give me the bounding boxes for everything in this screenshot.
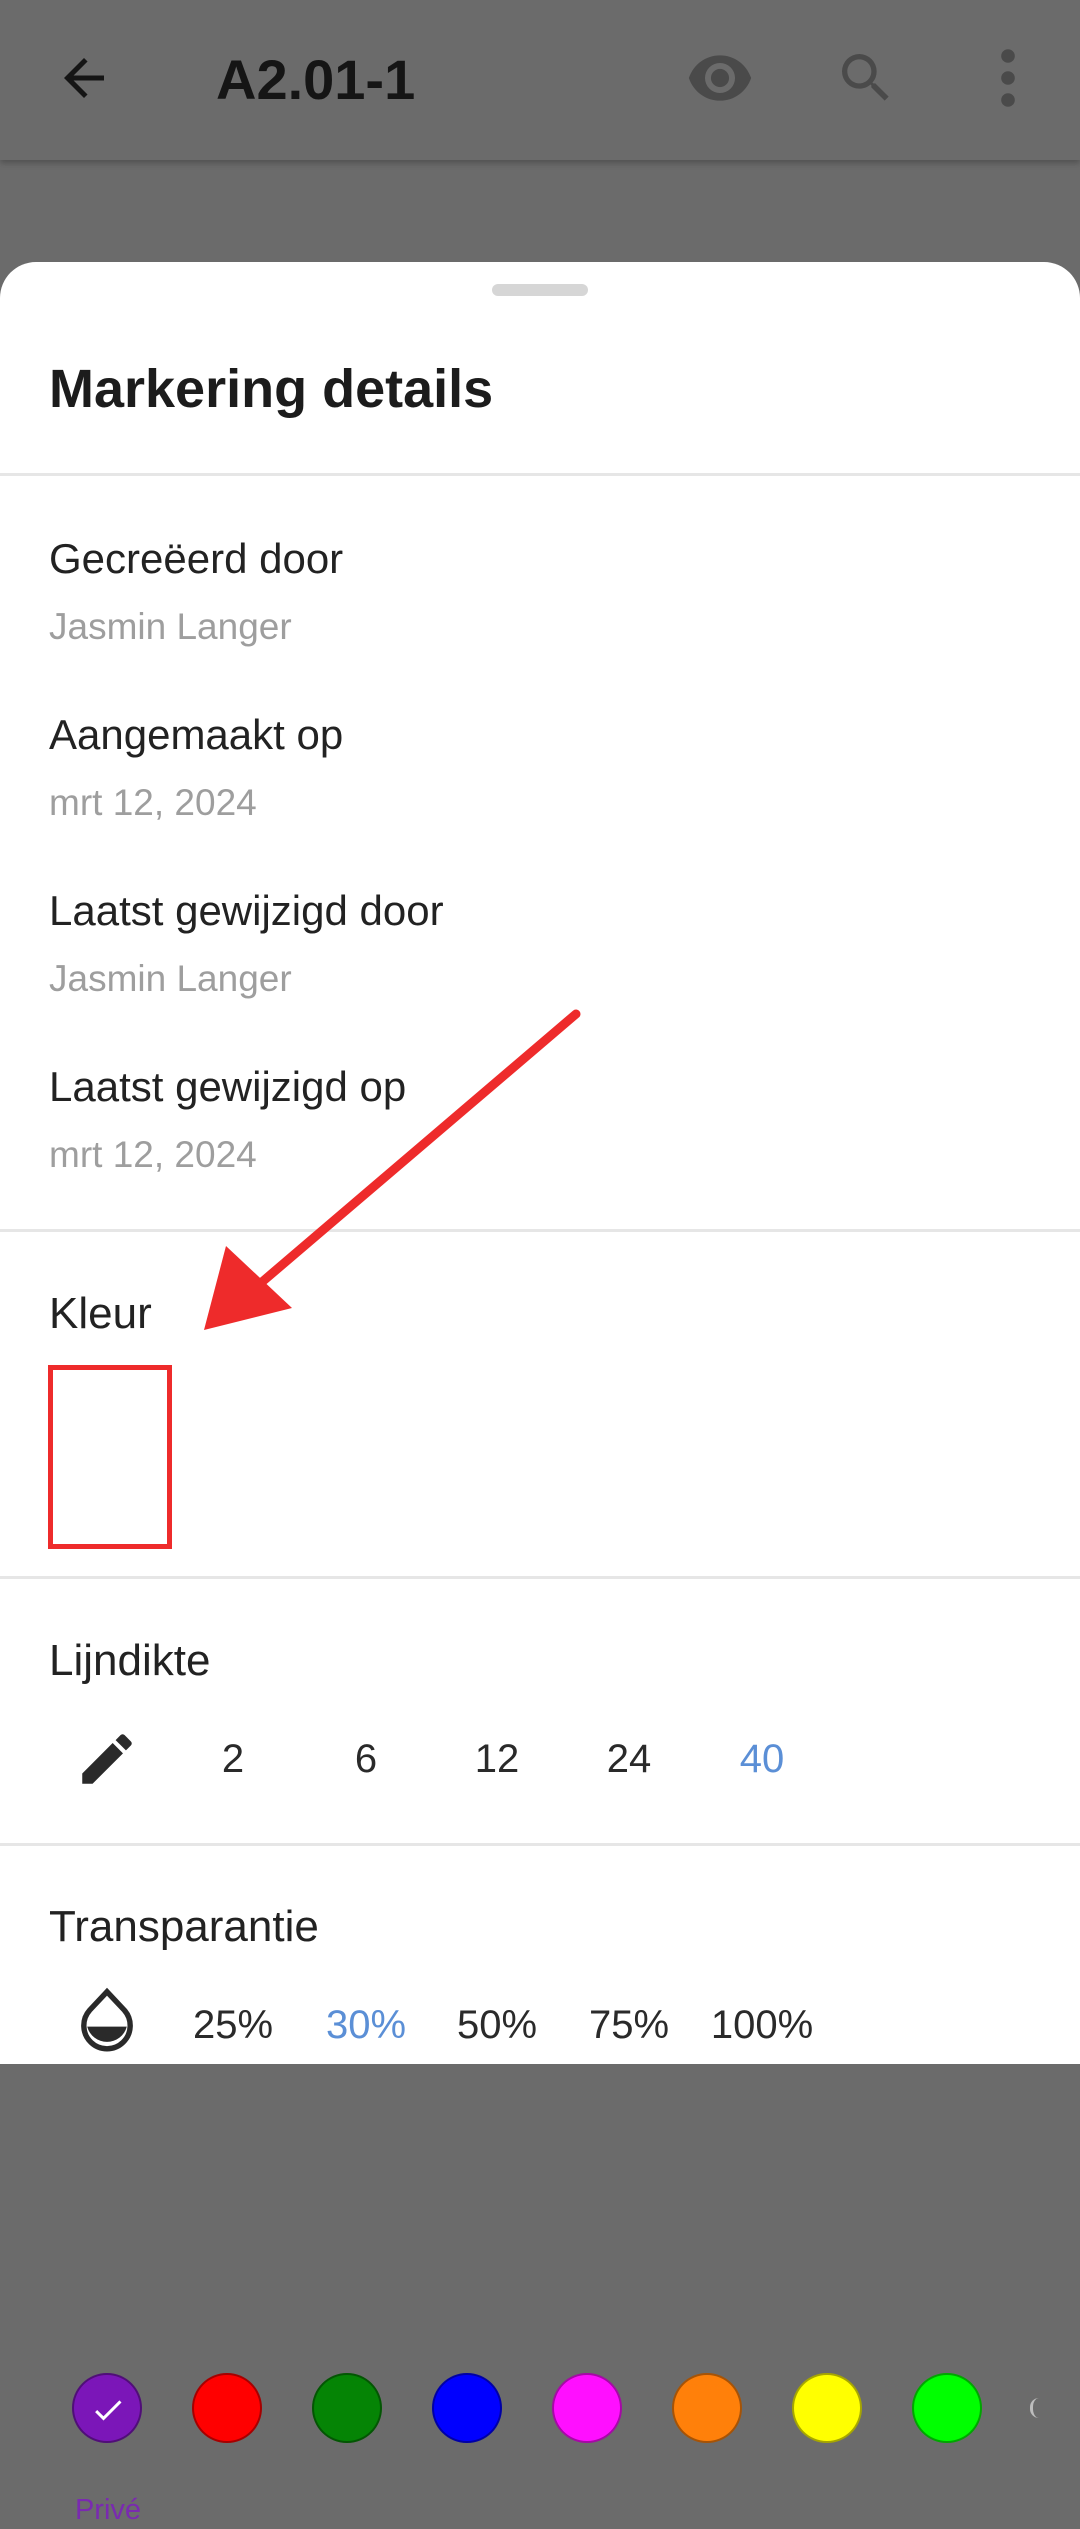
more-vert-icon[interactable] — [990, 46, 1026, 110]
opacity-drop-icon — [81, 1987, 133, 2052]
line-width-option-40[interactable]: 40 — [702, 1733, 822, 1785]
color-swatch-magenta[interactable] — [552, 2373, 622, 2443]
transparency-label: Transparantie — [49, 1902, 319, 1951]
selected-color-caption: Privé — [74, 2494, 142, 2526]
created-by-value: Jasmin Langer — [49, 606, 292, 647]
transparency-option-25[interactable]: 25% — [173, 1999, 293, 2051]
color-swatch-blue[interactable] — [432, 2373, 502, 2443]
divider — [0, 1229, 1080, 1232]
divider — [0, 1576, 1080, 1579]
arrow-back-icon[interactable] — [54, 48, 114, 108]
modified-on-value: mrt 12, 2024 — [49, 1134, 257, 1175]
line-width-label: Lijndikte — [49, 1636, 211, 1685]
created-on-value: mrt 12, 2024 — [49, 782, 257, 823]
page-title: A2.01-1 — [216, 48, 416, 111]
top-app-bar: A2.01-1 — [0, 0, 1080, 160]
check-icon — [95, 2400, 122, 2421]
line-width-option-2[interactable]: 2 — [173, 1733, 293, 1785]
search-icon[interactable] — [834, 46, 898, 110]
sheet-drag-handle[interactable] — [492, 284, 588, 296]
divider — [0, 1843, 1080, 1846]
transparency-option-100[interactable]: 100% — [702, 1999, 822, 2051]
color-swatch-more[interactable] — [1030, 2398, 1039, 2418]
color-swatch-yellow[interactable] — [792, 2373, 862, 2443]
line-width-option-12[interactable]: 12 — [437, 1733, 557, 1785]
created-by-label: Gecreëerd door — [49, 535, 344, 582]
modified-by-value: Jasmin Langer — [49, 958, 292, 999]
sheet-title: Markering details — [49, 359, 494, 419]
color-swatch-lime[interactable] — [912, 2373, 982, 2443]
line-width-option-24[interactable]: 24 — [569, 1733, 689, 1785]
modified-by-label: Laatst gewijzigd door — [49, 887, 444, 934]
color-swatch-orange[interactable] — [672, 2373, 742, 2443]
pencil-icon — [82, 1734, 132, 1784]
transparency-option-30[interactable]: 30% — [306, 1999, 426, 2051]
color-swatch-private[interactable] — [72, 2373, 142, 2443]
annotation-highlight-box — [48, 1365, 172, 1549]
color-section-label: Kleur — [49, 1289, 152, 1338]
divider — [0, 473, 1080, 476]
created-on-label: Aangemaakt op — [49, 711, 344, 758]
line-width-option-6[interactable]: 6 — [306, 1733, 426, 1785]
transparency-option-75[interactable]: 75% — [569, 1999, 689, 2051]
eye-icon[interactable] — [686, 48, 754, 108]
modified-on-label: Laatst gewijzigd op — [49, 1063, 407, 1110]
color-swatch-red[interactable] — [192, 2373, 262, 2443]
transparency-option-50[interactable]: 50% — [437, 1999, 557, 2051]
color-swatch-green[interactable] — [312, 2373, 382, 2443]
